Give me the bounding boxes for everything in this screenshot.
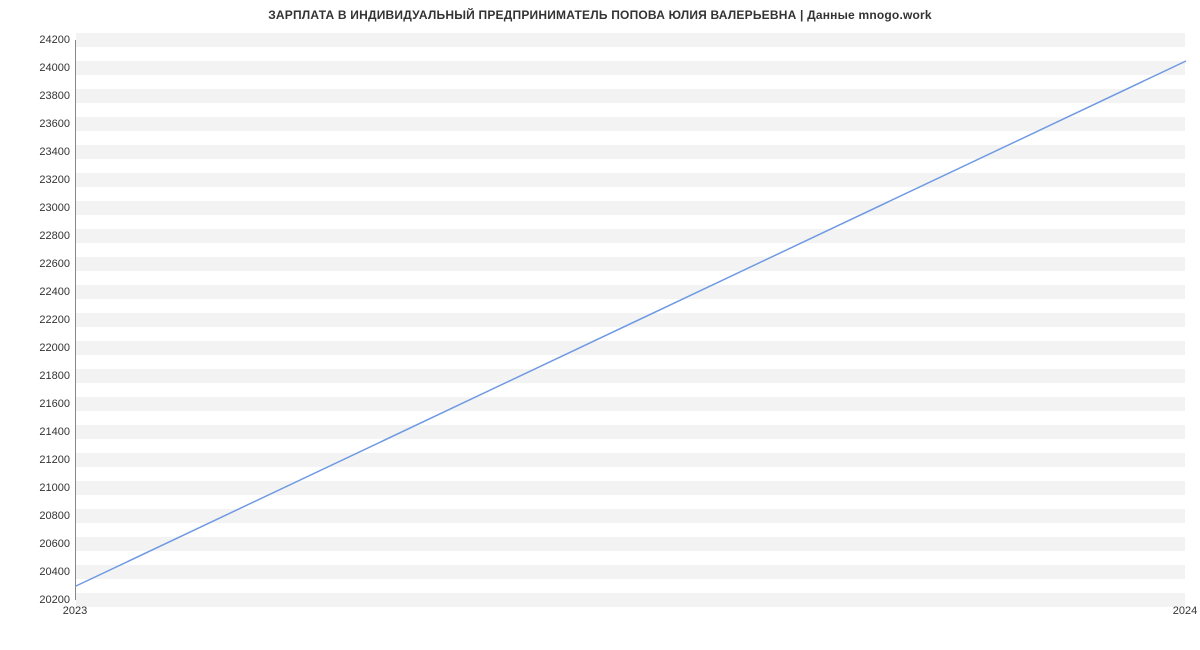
y-tick-label: 23200: [15, 174, 70, 186]
line-layer: [76, 40, 1185, 599]
series-line: [76, 61, 1186, 586]
y-tick-label: 22000: [15, 342, 70, 354]
y-tick-label: 22800: [15, 230, 70, 242]
y-tick-label: 21400: [15, 426, 70, 438]
y-tick-label: 23800: [15, 90, 70, 102]
y-tick-label: 23000: [15, 202, 70, 214]
y-tick-label: 20800: [15, 510, 70, 522]
y-tick-label: 23600: [15, 118, 70, 130]
y-tick-label: 20400: [15, 566, 70, 578]
y-tick-label: 22200: [15, 314, 70, 326]
y-tick-label: 20600: [15, 538, 70, 550]
y-tick-label: 20200: [15, 594, 70, 606]
plot-area: [75, 40, 1185, 600]
y-tick-label: 24200: [15, 34, 70, 46]
y-tick-label: 22400: [15, 286, 70, 298]
chart-container: ЗАРПЛАТА В ИНДИВИДУАЛЬНЫЙ ПРЕДПРИНИМАТЕЛ…: [0, 0, 1200, 650]
y-tick-label: 21800: [15, 370, 70, 382]
y-tick-label: 21000: [15, 482, 70, 494]
y-tick-label: 22600: [15, 258, 70, 270]
y-tick-label: 24000: [15, 62, 70, 74]
y-tick-label: 21600: [15, 398, 70, 410]
chart-title: ЗАРПЛАТА В ИНДИВИДУАЛЬНЫЙ ПРЕДПРИНИМАТЕЛ…: [0, 8, 1200, 22]
x-tick-label: 2024: [1173, 605, 1197, 617]
y-tick-label: 21200: [15, 454, 70, 466]
y-tick-label: 23400: [15, 146, 70, 158]
x-tick-label: 2023: [63, 605, 87, 617]
